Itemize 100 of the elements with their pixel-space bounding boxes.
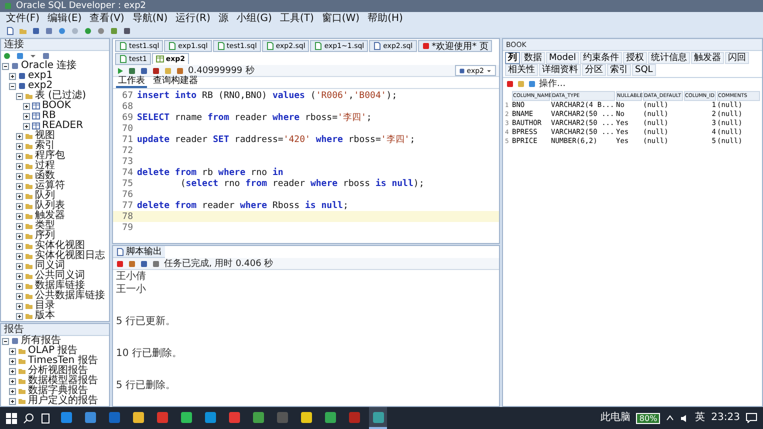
expand-icon[interactable] <box>16 292 23 300</box>
menu-item[interactable]: 编辑(E) <box>48 12 82 24</box>
battery-indicator[interactable]: 80% <box>636 412 660 424</box>
object-tab[interactable]: 索引 <box>607 64 631 76</box>
tree-item[interactable]: 类型 <box>1 221 109 231</box>
tree-item[interactable]: exp1 <box>1 71 109 81</box>
tree-item[interactable]: 实体化视图 <box>1 241 109 251</box>
expand-icon[interactable] <box>16 212 23 220</box>
tree-item[interactable]: OLAP 报告 <box>1 346 109 356</box>
collapse-icon[interactable] <box>16 92 23 100</box>
tree-item[interactable]: TimesTen 报告 <box>1 356 109 366</box>
search-icon[interactable] <box>23 412 34 424</box>
worksheet-tab[interactable]: 查询构建器 <box>151 76 200 88</box>
tree-item[interactable]: 数据库链接 <box>1 281 109 291</box>
expand-icon[interactable] <box>16 172 23 180</box>
task-view-icon[interactable] <box>40 412 51 424</box>
object-tab[interactable]: SQL <box>632 64 656 76</box>
tree-item[interactable]: RB <box>1 111 109 121</box>
expand-icon[interactable] <box>9 72 16 80</box>
tree-item[interactable]: 程序包 <box>1 151 109 161</box>
object-tab[interactable]: 列 <box>505 52 520 64</box>
actions-menu[interactable]: 操作... <box>539 79 566 89</box>
expand-icon[interactable] <box>16 302 23 310</box>
tree-item[interactable]: 实体化视图日志 <box>1 251 109 261</box>
collapse-icon[interactable] <box>2 62 9 70</box>
tree-item[interactable]: 索引 <box>1 141 109 151</box>
expand-icon[interactable] <box>16 182 23 190</box>
tree-item[interactable]: 队列表 <box>1 201 109 211</box>
expand-icon[interactable] <box>9 378 16 384</box>
menu-item[interactable]: 帮助(H) <box>368 12 403 24</box>
tree-item[interactable]: exp2 <box>1 81 109 91</box>
expand-icon[interactable] <box>16 192 23 200</box>
input-method[interactable]: 英 <box>695 412 706 424</box>
expand-icon[interactable] <box>16 252 23 260</box>
object-tab[interactable]: 数据 <box>521 52 545 64</box>
taskbar-app[interactable] <box>369 407 387 429</box>
object-tab[interactable]: Model <box>546 52 580 64</box>
tree-item[interactable]: 视图 <box>1 131 109 141</box>
tree-item[interactable]: Oracle 连接 <box>1 61 109 71</box>
menu-item[interactable]: 窗口(W) <box>322 12 360 24</box>
expand-icon[interactable] <box>16 232 23 240</box>
expand-icon[interactable] <box>9 358 16 364</box>
object-tab[interactable]: 相关性 <box>505 64 538 76</box>
tree-item[interactable]: 用户定义的报告 <box>1 396 109 406</box>
tree-item[interactable]: 函数 <box>1 171 109 181</box>
tree-item[interactable]: 所有报告 <box>1 336 109 346</box>
tree-item[interactable]: READER <box>1 121 109 131</box>
tree-item[interactable]: 公共同义词 <box>1 271 109 281</box>
expand-icon[interactable] <box>16 222 23 230</box>
object-tab[interactable]: 约束条件 <box>580 52 622 64</box>
collapse-icon[interactable] <box>2 338 9 344</box>
object-tab[interactable]: 授权 <box>623 52 648 64</box>
tree-item[interactable]: 数据字典报告 <box>1 386 109 396</box>
expand-icon[interactable] <box>16 312 23 320</box>
expand-icon[interactable] <box>23 102 30 110</box>
object-tab[interactable]: 触发器 <box>691 52 724 64</box>
tree-item[interactable]: 公共数据库链接 <box>1 291 109 301</box>
tree-item[interactable]: 版本 <box>1 311 109 321</box>
tree-item[interactable]: BOOK <box>1 101 109 111</box>
menu-item[interactable]: 源 <box>218 12 228 24</box>
menu-item[interactable]: 小组(G) <box>236 12 272 24</box>
tree-item[interactable]: 目录 <box>1 301 109 311</box>
tree-item[interactable]: 数据模型器报告 <box>1 376 109 386</box>
expand-icon[interactable] <box>16 162 23 170</box>
menu-item[interactable]: 工具(T) <box>280 12 314 24</box>
tree-item[interactable]: 触发器 <box>1 211 109 221</box>
clock[interactable]: 23:23 <box>711 412 740 424</box>
expand-icon[interactable] <box>16 262 23 270</box>
menu-item[interactable]: 查看(V) <box>90 12 124 24</box>
tree-item[interactable]: 运算符 <box>1 181 109 191</box>
caret-icon[interactable] <box>666 415 674 421</box>
expand-icon[interactable] <box>9 368 16 374</box>
expand-icon[interactable] <box>16 152 23 160</box>
menu-item[interactable]: 文件(F) <box>6 12 40 24</box>
object-tab[interactable]: 闪回 <box>725 52 750 64</box>
document-tab[interactable]: *欢迎使用* 页 <box>418 40 492 52</box>
tree-item[interactable]: 队列 <box>1 191 109 201</box>
expand-icon[interactable] <box>9 398 16 404</box>
tree-item[interactable]: 序列 <box>1 231 109 241</box>
object-tab[interactable]: 分区 <box>582 64 606 76</box>
expand-icon[interactable] <box>23 122 30 130</box>
tree-item[interactable]: 表 (已过滤) <box>1 91 109 101</box>
expand-icon[interactable] <box>16 272 23 280</box>
tree-item[interactable]: 同义词 <box>1 261 109 271</box>
expand-icon[interactable] <box>9 388 16 394</box>
expand-icon[interactable] <box>16 242 23 250</box>
menu-item[interactable]: 运行(R) <box>176 12 210 24</box>
expand-icon[interactable] <box>16 142 23 150</box>
expand-icon[interactable] <box>16 132 23 140</box>
tree-item[interactable]: 分析视图报告 <box>1 366 109 376</box>
notification-icon[interactable] <box>746 413 757 423</box>
expand-icon[interactable] <box>9 348 16 354</box>
tray-label[interactable]: 此电脑 <box>600 412 630 424</box>
expand-icon[interactable] <box>16 282 23 290</box>
expand-icon[interactable] <box>23 112 30 120</box>
collapse-icon[interactable] <box>9 82 16 90</box>
object-tab[interactable]: 统计信息 <box>648 52 690 64</box>
expand-icon[interactable] <box>16 202 23 210</box>
script-output-tab[interactable]: 脚本输出 <box>113 246 165 258</box>
tree-item[interactable]: 过程 <box>1 161 109 171</box>
